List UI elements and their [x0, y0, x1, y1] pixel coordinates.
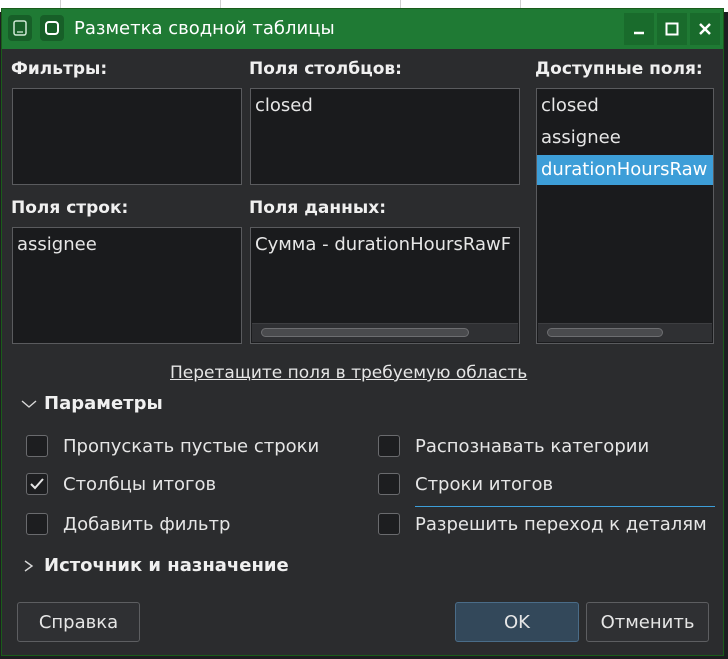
window-title: Разметка сводной таблицы: [74, 18, 335, 39]
column-field-item[interactable]: closed: [251, 91, 519, 121]
skip-empty-rows-option[interactable]: Пропускать пустые строки: [26, 435, 319, 457]
focus-underline: [415, 506, 715, 507]
total-rows-option[interactable]: Строки итогов: [378, 473, 553, 495]
available-fields-scrollbar[interactable]: [538, 323, 712, 342]
total-columns-option[interactable]: Столбцы итогов: [26, 473, 216, 495]
column-fields-area[interactable]: closed: [250, 88, 520, 185]
source-destination-expander[interactable]: Источник и назначение: [20, 555, 289, 576]
add-filter-checkbox[interactable]: [26, 513, 48, 535]
options-header: Параметры: [44, 393, 163, 414]
pivot-layout-dialog: Разметка сводной таблицы Фильтры: Поля с…: [1, 8, 724, 656]
data-fields-label: Поля данных:: [249, 198, 387, 218]
identify-categories-checkbox[interactable]: [378, 435, 400, 457]
skip-empty-rows-checkbox[interactable]: [26, 435, 48, 457]
cancel-button[interactable]: Отменить: [586, 602, 709, 642]
maximize-icon[interactable]: [657, 13, 687, 45]
available-field-item-selected[interactable]: durationHoursRaw: [537, 155, 713, 185]
checkmark-icon: [30, 478, 44, 490]
drag-hint-text: Перетащите поля в требуемую область: [170, 363, 528, 383]
dialog-icon: [40, 15, 64, 41]
available-field-item[interactable]: assignee: [537, 123, 713, 153]
option-label: Строки итогов: [415, 473, 554, 495]
add-filter-option[interactable]: Добавить фильтр: [26, 513, 230, 535]
chevron-right-icon: [24, 559, 34, 572]
drill-down-option[interactable]: Разрешить переход к деталям: [378, 513, 707, 535]
row-field-item[interactable]: assignee: [13, 230, 241, 260]
row-fields-area[interactable]: assignee: [12, 227, 242, 344]
scrollbar-thumb[interactable]: [261, 328, 469, 337]
options-expander[interactable]: Параметры: [20, 393, 163, 414]
available-field-item[interactable]: closed: [537, 91, 713, 121]
available-fields-area[interactable]: closed assignee durationHoursRaw: [536, 88, 714, 344]
drill-down-checkbox[interactable]: [378, 513, 400, 535]
help-button[interactable]: Справка: [17, 602, 140, 642]
filters-area[interactable]: [12, 88, 242, 185]
ok-button[interactable]: OK: [455, 602, 579, 642]
option-label: Разрешить переход к деталям: [415, 513, 707, 535]
chevron-down-icon: [21, 399, 37, 408]
filters-label: Фильтры:: [11, 59, 108, 79]
total-columns-checkbox[interactable]: [26, 473, 48, 495]
available-fields-label: Доступные поля:: [535, 59, 703, 79]
total-rows-checkbox[interactable]: [378, 473, 400, 495]
data-fields-scrollbar[interactable]: [252, 323, 518, 342]
identify-categories-option[interactable]: Распознавать категории: [378, 435, 649, 457]
scrollbar-thumb[interactable]: [547, 328, 663, 337]
source-destination-header: Источник и назначение: [44, 555, 289, 576]
document-icon[interactable]: [8, 15, 32, 41]
option-label: Распознавать категории: [415, 435, 650, 457]
option-label: Пропускать пустые строки: [63, 435, 320, 457]
row-fields-label: Поля строк:: [11, 198, 129, 218]
title-bar: Разметка сводной таблицы: [2, 9, 723, 49]
data-field-item[interactable]: Сумма - durationHoursRawF: [251, 230, 519, 260]
column-fields-label: Поля столбцов:: [249, 59, 402, 79]
close-icon[interactable]: [690, 13, 720, 45]
option-label: Столбцы итогов: [63, 473, 217, 495]
minimize-icon[interactable]: [624, 13, 654, 45]
data-fields-area[interactable]: Сумма - durationHoursRawF: [250, 227, 520, 344]
option-label: Добавить фильтр: [63, 513, 231, 535]
